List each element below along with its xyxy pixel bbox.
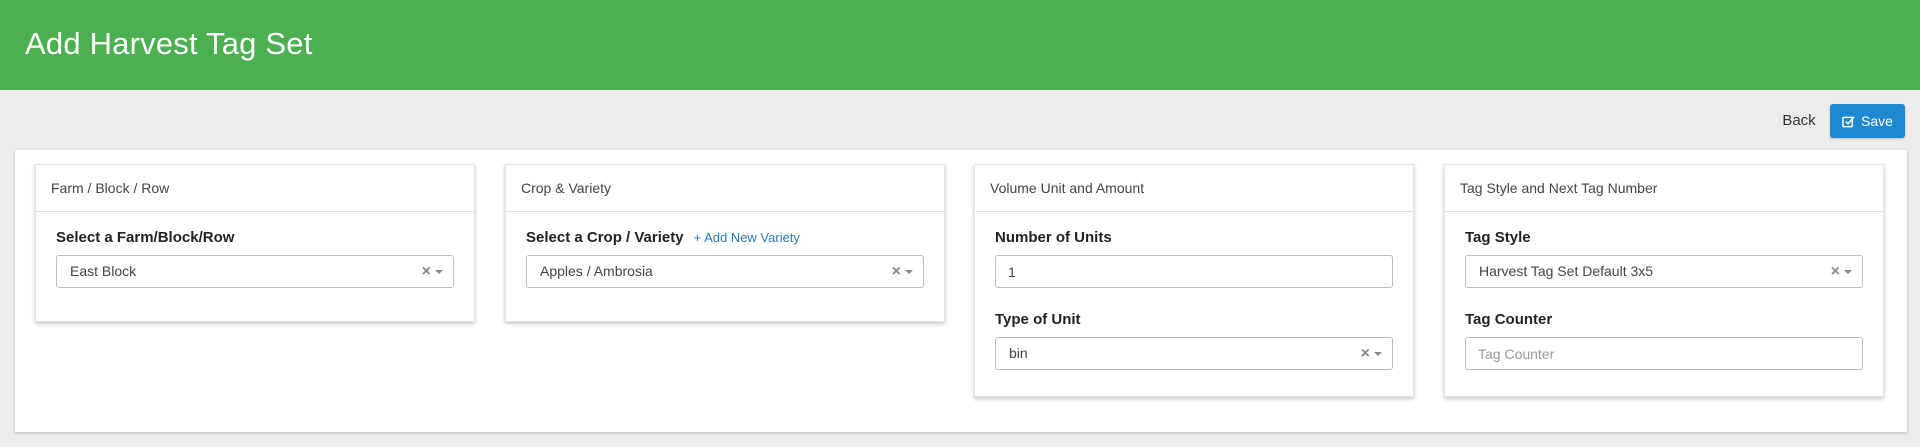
unit-type-select-value: bin: [1009, 345, 1028, 361]
caret-down-icon[interactable]: [905, 270, 913, 274]
clear-icon[interactable]: ×: [1831, 256, 1840, 287]
tag-card: Tag Style and Next Tag Number Tag Style …: [1444, 164, 1884, 397]
crop-select-label: Select a Crop / Variety: [526, 229, 684, 246]
page-header: Add Harvest Tag Set: [0, 0, 1920, 90]
farm-select[interactable]: East Block ×: [56, 255, 454, 288]
tag-counter-label: Tag Counter: [1465, 311, 1553, 328]
crop-select[interactable]: Apples / Ambrosia ×: [526, 255, 924, 288]
caret-down-icon[interactable]: [1844, 270, 1852, 274]
crop-card-title: Crop & Variety: [506, 165, 944, 212]
tag-style-label: Tag Style: [1465, 229, 1531, 246]
tag-card-title: Tag Style and Next Tag Number: [1445, 165, 1883, 212]
volume-card: Volume Unit and Amount Number of Units T…: [974, 164, 1414, 397]
unit-type-select[interactable]: bin ×: [995, 337, 1393, 370]
farm-card-title: Farm / Block / Row: [36, 165, 474, 212]
crop-card: Crop & Variety Select a Crop / Variety +…: [505, 164, 945, 322]
caret-down-icon[interactable]: [1374, 352, 1382, 356]
page-title: Add Harvest Tag Set: [25, 26, 313, 61]
save-button-label: Save: [1861, 113, 1893, 129]
clear-icon[interactable]: ×: [422, 256, 431, 287]
farm-card: Farm / Block / Row Select a Farm/Block/R…: [35, 164, 475, 322]
form-panel: Farm / Block / Row Select a Farm/Block/R…: [15, 150, 1907, 432]
clear-icon[interactable]: ×: [1361, 338, 1370, 369]
checkbox-edit-icon: [1842, 115, 1855, 127]
tag-counter-input[interactable]: [1465, 337, 1863, 370]
unit-type-label: Type of Unit: [995, 311, 1081, 328]
save-button[interactable]: Save: [1830, 104, 1905, 138]
farm-select-label: Select a Farm/Block/Row: [56, 229, 235, 246]
crop-select-label-row: Select a Crop / Variety + Add New Variet…: [526, 229, 924, 246]
crop-select-value: Apples / Ambrosia: [540, 263, 653, 279]
units-label: Number of Units: [995, 229, 1112, 246]
tag-style-select-value: Harvest Tag Set Default 3x5: [1479, 263, 1654, 279]
add-new-variety-link[interactable]: + Add New Variety: [694, 229, 800, 246]
tag-style-select[interactable]: Harvest Tag Set Default 3x5 ×: [1465, 255, 1863, 288]
units-input[interactable]: [995, 255, 1393, 288]
clear-icon[interactable]: ×: [892, 256, 901, 287]
farm-select-value: East Block: [70, 263, 137, 279]
volume-card-title: Volume Unit and Amount: [975, 165, 1413, 212]
caret-down-icon[interactable]: [435, 270, 443, 274]
back-link[interactable]: Back: [1768, 104, 1830, 138]
